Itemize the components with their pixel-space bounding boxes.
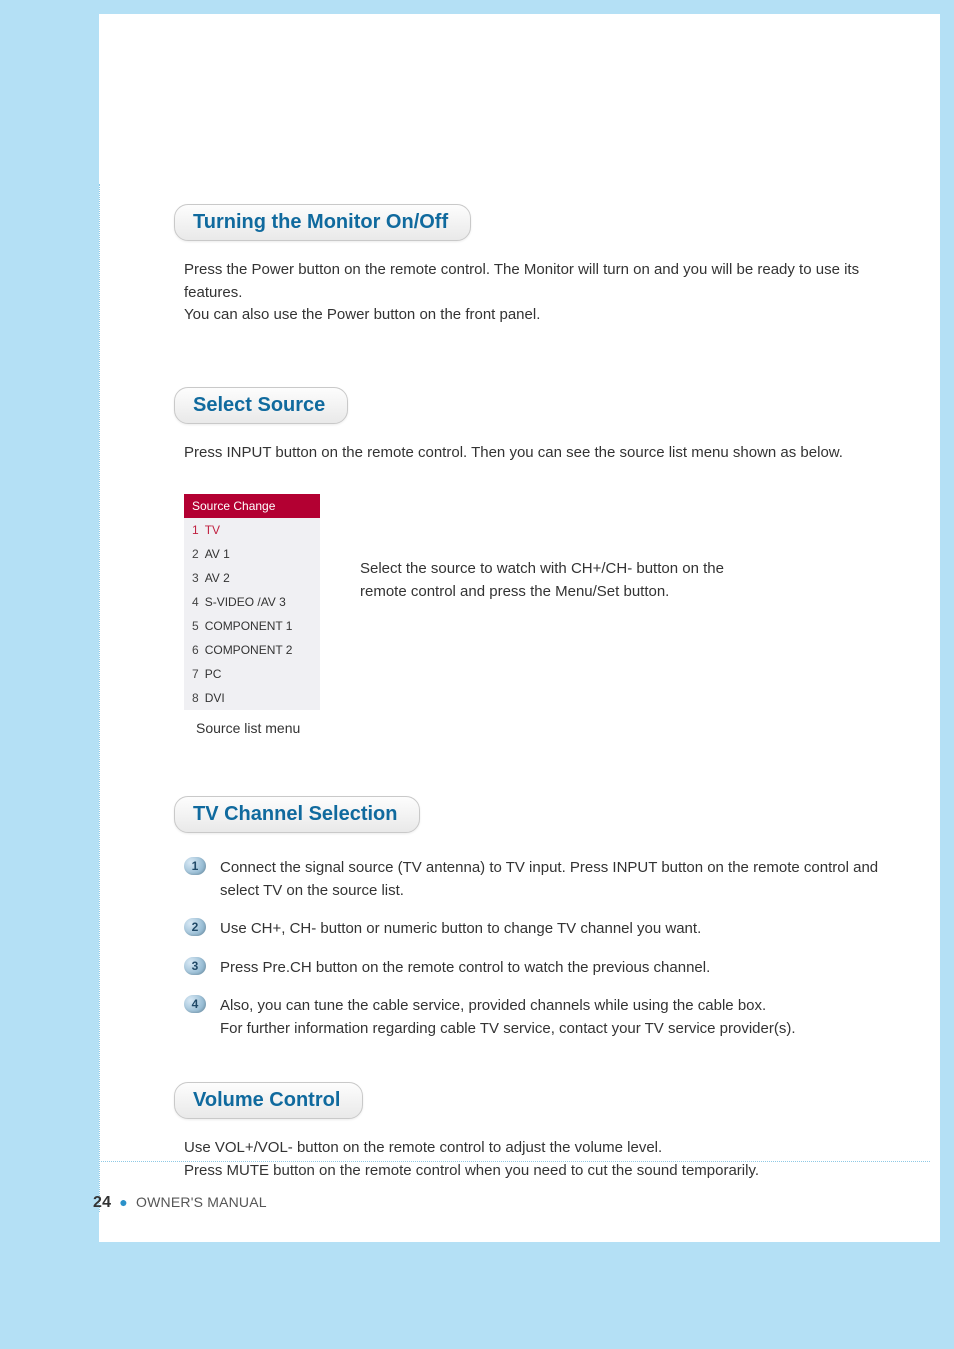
source-row: Source Change 1 TV 2 AV 1 3 AV 2 4 S-VIDEO /AV … <box>184 494 910 736</box>
decorative-dotted-bottom <box>99 1161 930 1162</box>
page-number: 24 <box>93 1194 111 1211</box>
step-text: Press Pre.CH button on the remote contro… <box>220 957 710 980</box>
section-body-turning-on-off: Press the Power button on the remote con… <box>184 259 910 327</box>
decorative-dotted-left <box>99 184 100 1212</box>
source-list-header: Source Change <box>184 494 320 518</box>
source-item-number: 3 <box>192 571 199 585</box>
step-number-badge: 3 <box>184 957 206 975</box>
source-list-item: 7 PC <box>184 662 320 686</box>
source-item-number: 6 <box>192 643 199 657</box>
page-outer: Turning the Monitor On/Off Press the Pow… <box>0 0 954 1349</box>
footer-bullet-icon: ● <box>115 1194 132 1210</box>
source-item-label: AV 2 <box>205 571 230 585</box>
source-list-item: 4 S-VIDEO /AV 3 <box>184 590 320 614</box>
step-item: 3 Press Pre.CH button on the remote contr… <box>184 957 910 980</box>
section-body-volume-control: Use VOL+/VOL- button on the remote contr… <box>184 1137 910 1182</box>
page-footer: 24 ● OWNER'S MANUAL <box>93 1194 267 1212</box>
step-number-badge: 2 <box>184 918 206 936</box>
section-heading-turning-on-off: Turning the Monitor On/Off <box>174 204 471 241</box>
steps-list: 1 Connect the signal source (TV antenna) … <box>184 857 910 1040</box>
source-item-number: 4 <box>192 595 199 609</box>
section-heading-tv-channel: TV Channel Selection <box>174 796 420 833</box>
source-description: Select the source to watch with CH+/CH- … <box>360 494 724 603</box>
source-list-item: 5 COMPONENT 1 <box>184 614 320 638</box>
source-item-label: PC <box>205 667 222 681</box>
step-text: Also, you can tune the cable service, pr… <box>220 995 796 1040</box>
source-item-label: COMPONENT 1 <box>205 619 293 633</box>
step-item: 2 Use CH+, CH- button or numeric button t… <box>184 918 910 941</box>
source-item-label: DVI <box>205 691 225 705</box>
source-box-wrap: Source Change 1 TV 2 AV 1 3 AV 2 4 S-VIDEO /AV … <box>184 494 320 736</box>
source-list-caption: Source list menu <box>184 710 320 736</box>
source-list-item: 1 TV <box>184 518 320 542</box>
source-item-label: TV <box>205 523 220 537</box>
footer-label: OWNER'S MANUAL <box>136 1194 267 1210</box>
source-list-menu: Source Change 1 TV 2 AV 1 3 AV 2 4 S-VIDEO /AV … <box>184 494 320 710</box>
step-number-badge: 1 <box>184 857 206 875</box>
step-text: Connect the signal source (TV antenna) t… <box>220 857 910 902</box>
section-intro-select-source: Press INPUT button on the remote control… <box>184 442 910 465</box>
step-item: 1 Connect the signal source (TV antenna) … <box>184 857 910 902</box>
step-text: Use CH+, CH- button or numeric button to… <box>220 918 701 941</box>
source-item-number: 7 <box>192 667 199 681</box>
source-list-item: 3 AV 2 <box>184 566 320 590</box>
source-list-item: 2 AV 1 <box>184 542 320 566</box>
content-area: Turning the Monitor On/Off Press the Pow… <box>99 14 940 1182</box>
step-number-badge: 4 <box>184 995 206 1013</box>
source-list-item: 6 COMPONENT 2 <box>184 638 320 662</box>
source-item-label: AV 1 <box>205 547 230 561</box>
section-heading-select-source: Select Source <box>174 387 348 424</box>
source-list-item: 8 DVI <box>184 686 320 710</box>
source-item-number: 2 <box>192 547 199 561</box>
page-inner: Turning the Monitor On/Off Press the Pow… <box>99 14 940 1242</box>
source-item-number: 1 <box>192 523 199 537</box>
section-heading-volume-control: Volume Control <box>174 1082 363 1119</box>
source-item-number: 8 <box>192 691 199 705</box>
source-item-number: 5 <box>192 619 199 633</box>
source-item-label: S-VIDEO /AV 3 <box>205 595 286 609</box>
step-item: 4 Also, you can tune the cable service, p… <box>184 995 910 1040</box>
source-item-label: COMPONENT 2 <box>205 643 293 657</box>
